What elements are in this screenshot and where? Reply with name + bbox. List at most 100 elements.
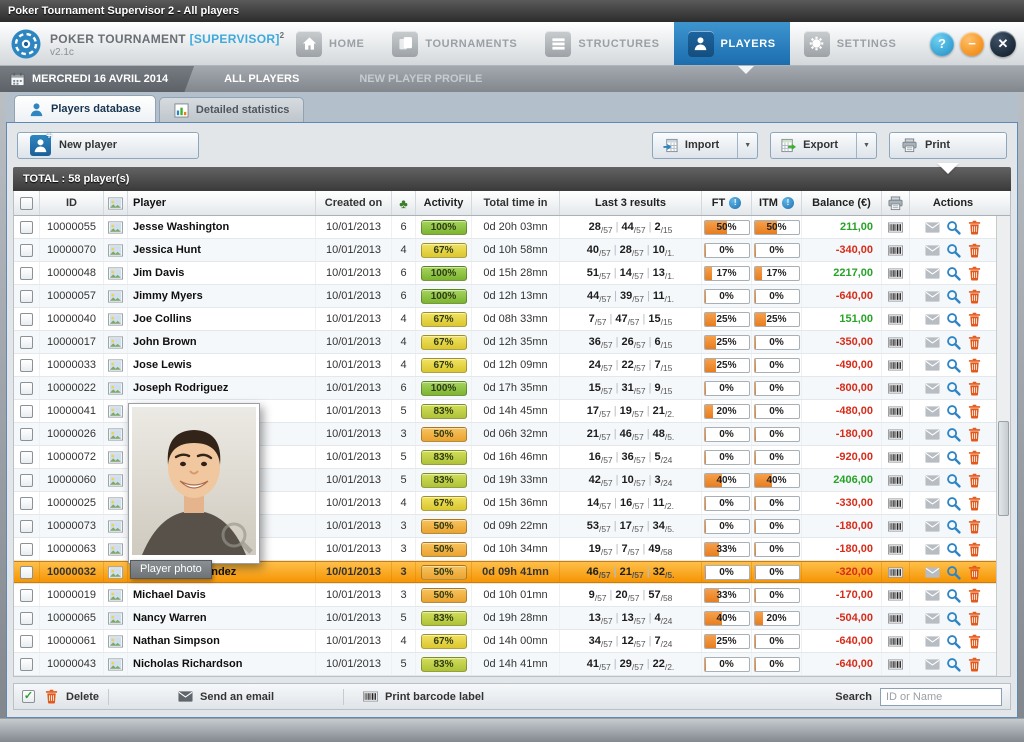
email-action-icon[interactable] [925,657,940,672]
row-checkbox[interactable] [20,359,33,372]
row-checkbox[interactable] [20,474,33,487]
barcode-icon[interactable] [888,289,903,304]
col-balance[interactable]: Balance (€) [802,191,882,215]
view-action-icon[interactable] [946,473,961,488]
view-action-icon[interactable] [946,611,961,626]
barcode-icon[interactable] [888,634,903,649]
row-checkbox[interactable] [20,589,33,602]
delete-action-icon[interactable] [967,220,982,235]
email-action-icon[interactable] [925,542,940,557]
delete-action-icon[interactable] [967,358,982,373]
vertical-scrollbar[interactable] [996,216,1010,676]
col-created-on[interactable]: Created on [316,191,392,215]
delete-action-icon[interactable] [967,289,982,304]
delete-action-icon[interactable] [967,266,982,281]
col-itm[interactable]: ITM ! [752,191,802,215]
subnav-all-players[interactable]: ALL PLAYERS [194,73,329,85]
email-action-icon[interactable] [925,427,940,442]
table-row[interactable]: 10000040Joe Collins10/01/2013467%0d 08h … [14,308,1010,331]
email-action-icon[interactable] [925,473,940,488]
delete-action-icon[interactable] [967,404,982,419]
delete-action-icon[interactable] [967,611,982,626]
view-action-icon[interactable] [946,450,961,465]
scrollbar-thumb[interactable] [998,421,1009,516]
email-action-icon[interactable] [925,496,940,511]
email-action-icon[interactable] [925,312,940,327]
ft-info-icon[interactable]: ! [729,197,741,209]
view-action-icon[interactable] [946,657,961,672]
delete-action-icon[interactable] [967,450,982,465]
view-action-icon[interactable] [946,519,961,534]
email-action-icon[interactable] [925,266,940,281]
row-checkbox[interactable] [20,244,33,257]
row-checkbox[interactable] [20,221,33,234]
nav-item-structures[interactable]: STRUCTURES [531,22,673,65]
barcode-icon[interactable] [888,243,903,258]
nav-item-players[interactable]: PLAYERS [674,22,790,65]
table-row[interactable]: 10000065Nancy Warren10/01/2013583%0d 19h… [14,607,1010,630]
table-row[interactable]: 10000033Jose Lewis10/01/2013467%0d 12h 0… [14,354,1010,377]
table-row[interactable]: 10000055Jesse Washington10/01/20136100%0… [14,216,1010,239]
delete-action-icon[interactable] [967,473,982,488]
tab-players-database[interactable]: Players database [14,95,156,122]
delete-action-icon[interactable] [967,542,982,557]
delete-action[interactable]: Delete [44,689,99,704]
delete-action-icon[interactable] [967,657,982,672]
delete-action-icon[interactable] [967,335,982,350]
email-action-icon[interactable] [925,519,940,534]
view-action-icon[interactable] [946,289,961,304]
table-row[interactable]: 10000057Jimmy Myers10/01/20136100%0d 12h… [14,285,1010,308]
print-button[interactable]: Print [889,132,1007,159]
import-caret-icon[interactable]: ▼ [737,133,757,158]
print-barcode-action[interactable]: Print barcode label [353,689,484,704]
row-checkbox[interactable] [20,566,33,579]
view-action-icon[interactable] [946,381,961,396]
select-all-checkbox[interactable] [20,197,33,210]
nav-item-settings[interactable]: SETTINGS [790,22,911,65]
row-checkbox[interactable] [20,543,33,556]
delete-action-icon[interactable] [967,243,982,258]
row-checkbox[interactable] [20,336,33,349]
email-action-icon[interactable] [925,404,940,419]
view-action-icon[interactable] [946,588,961,603]
delete-action-icon[interactable] [967,519,982,534]
email-action-icon[interactable] [925,381,940,396]
nav-item-home[interactable]: HOME [282,22,378,65]
row-checkbox[interactable] [20,635,33,648]
barcode-icon[interactable] [888,427,903,442]
delete-action-icon[interactable] [967,496,982,511]
view-action-icon[interactable] [946,565,961,580]
view-action-icon[interactable] [946,312,961,327]
footer-select-checkbox[interactable] [22,690,35,703]
email-action-icon[interactable] [925,243,940,258]
barcode-icon[interactable] [888,473,903,488]
table-row[interactable]: 10000070Jessica Hunt10/01/2013467%0d 10h… [14,239,1010,262]
email-action-icon[interactable] [925,358,940,373]
row-checkbox[interactable] [20,313,33,326]
import-button[interactable]: Import ▼ [652,132,758,159]
barcode-icon[interactable] [888,335,903,350]
email-action-icon[interactable] [925,450,940,465]
row-checkbox[interactable] [20,290,33,303]
help-button[interactable]: ? [930,32,954,56]
nav-item-tournaments[interactable]: TOURNAMENTS [378,22,531,65]
email-action-icon[interactable] [925,634,940,649]
barcode-icon[interactable] [888,519,903,534]
send-email-action[interactable]: Send an email [118,689,274,704]
view-action-icon[interactable] [946,243,961,258]
view-action-icon[interactable] [946,266,961,281]
export-caret-icon[interactable]: ▼ [856,133,876,158]
close-button[interactable]: ✕ [990,31,1016,57]
email-action-icon[interactable] [925,289,940,304]
view-action-icon[interactable] [946,634,961,649]
barcode-icon[interactable] [888,220,903,235]
barcode-icon[interactable] [888,450,903,465]
delete-action-icon[interactable] [967,427,982,442]
table-row[interactable]: 10000017John Brown10/01/2013467%0d 12h 3… [14,331,1010,354]
barcode-icon[interactable] [888,358,903,373]
email-action-icon[interactable] [925,220,940,235]
col-ft[interactable]: FT ! [702,191,752,215]
barcode-icon[interactable] [888,266,903,281]
email-action-icon[interactable] [925,335,940,350]
itm-info-icon[interactable]: ! [782,197,794,209]
